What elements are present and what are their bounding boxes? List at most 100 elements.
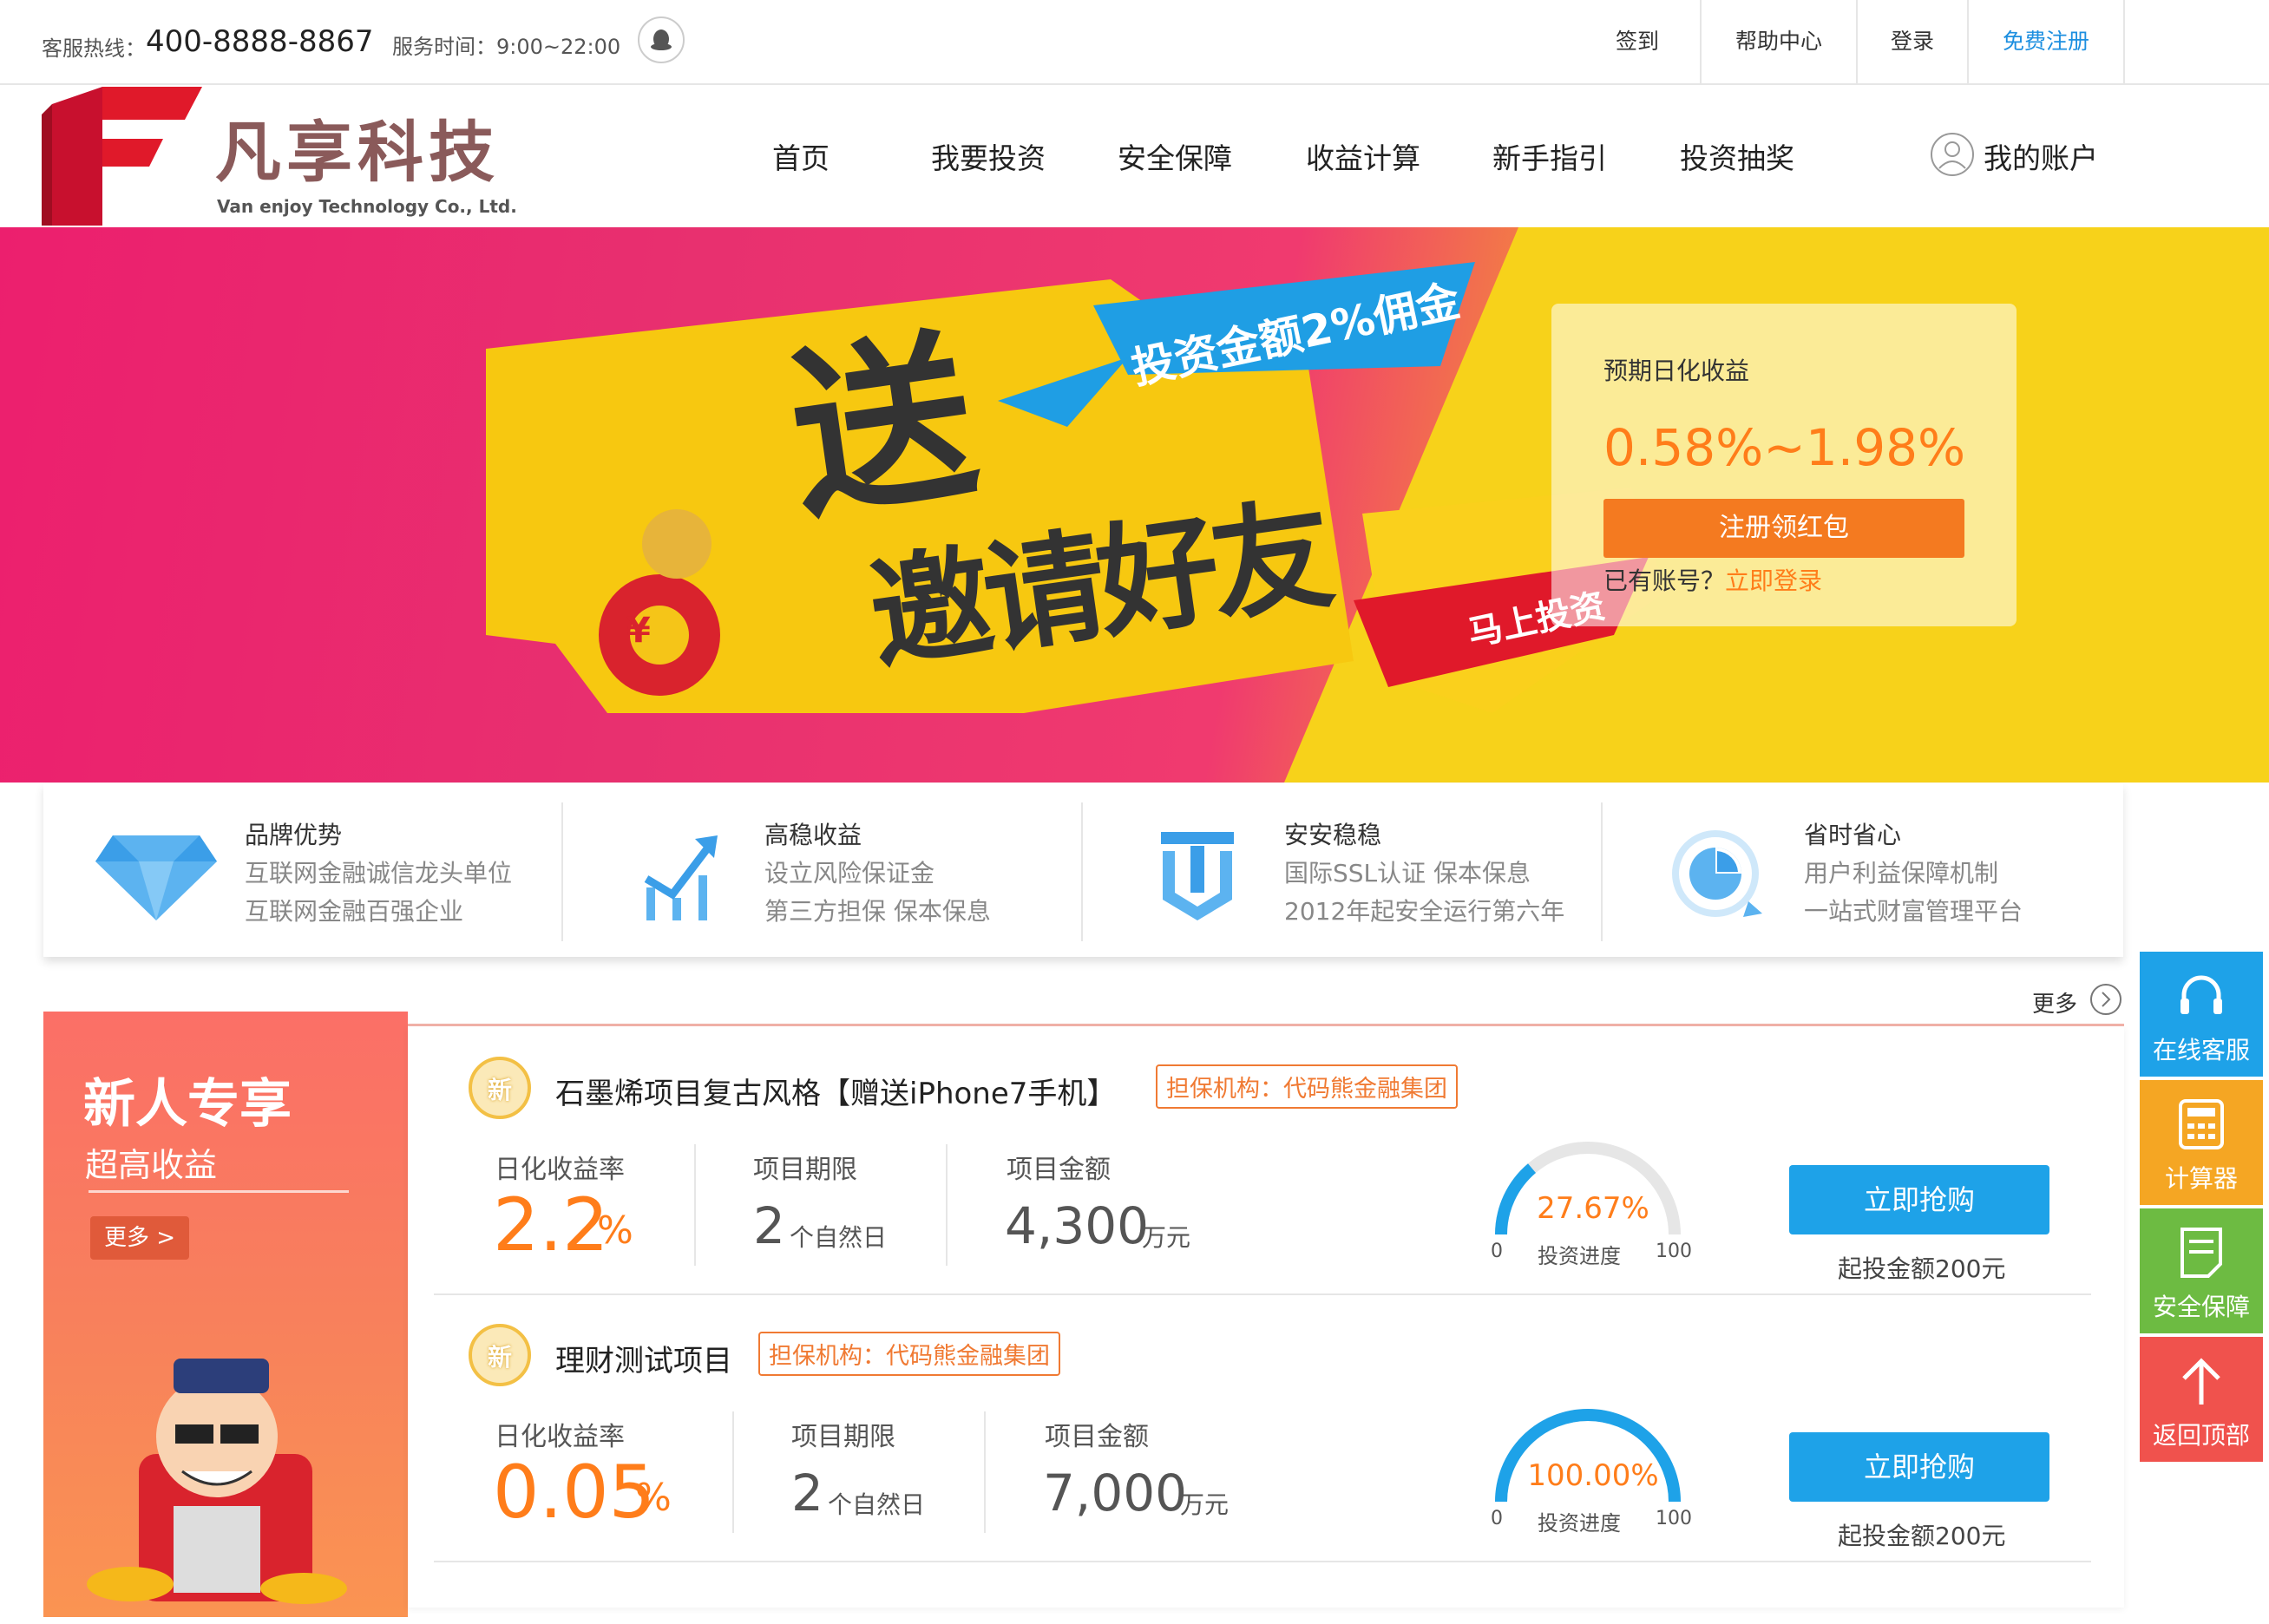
- feature-strip: 品牌优势 互联网金融诚信龙头单位 互联网金融百强企业 高稳收益 设立风险保证金 …: [43, 783, 2123, 957]
- nav-home[interactable]: 首页: [772, 135, 830, 177]
- nav-guide[interactable]: 新手指引: [1492, 135, 1607, 177]
- panel-rate: 0.58%~1.98%: [1603, 418, 1966, 477]
- gauge-label: 投资进度: [1538, 1511, 1621, 1536]
- product-card: 新 石墨烯项目复古风格【赠送iPhone7手机】 担保机构：代码熊金融集团 日化…: [408, 1026, 2124, 1295]
- divider: [89, 1190, 349, 1193]
- shield-icon: [1161, 832, 1234, 920]
- newcomer-subtitle: 超高收益: [85, 1146, 218, 1184]
- product-title[interactable]: 石墨烯项目复古风格【赠送iPhone7手机】: [555, 1070, 1116, 1112]
- feature-convenience: 省时省心 用户利益保障机制 一站式财富管理平台: [1603, 783, 2123, 957]
- more-link[interactable]: 更多: [2032, 983, 2128, 1018]
- nav-invest[interactable]: 我要投资: [931, 135, 1046, 177]
- gauge-max: 100: [1656, 1241, 1692, 1262]
- amount-value: 7,000: [1043, 1464, 1188, 1522]
- main-header: 凡享科技 Van enjoy Technology Co., Ltd. 首页 我…: [0, 85, 2269, 226]
- feature-line: 2012年起安全运行第六年: [1284, 897, 1565, 926]
- rate-label: 日化收益率: [495, 1155, 625, 1185]
- nav-lottery[interactable]: 投资抽奖: [1680, 135, 1794, 177]
- progress-percent: 27.67%: [1537, 1191, 1649, 1226]
- brand-english: Van enjoy Technology Co., Ltd.: [217, 196, 517, 217]
- feature-title: 高稳收益: [764, 821, 862, 849]
- rate-value: 0.05: [493, 1450, 656, 1535]
- new-tag-icon: 新: [469, 1324, 531, 1386]
- min-invest: 起投金额200元: [1838, 1254, 2006, 1283]
- side-label: 计算器: [2164, 1164, 2238, 1193]
- buy-now-button[interactable]: 立即抢购: [1789, 1432, 2049, 1502]
- gauge-max: 100: [1656, 1508, 1692, 1529]
- feature-title: 省时省心: [1804, 821, 1902, 849]
- hotline-label: 客服热线：: [42, 36, 146, 61]
- term-value: 2: [753, 1196, 785, 1255]
- security-button[interactable]: 安全保障: [2140, 1208, 2263, 1333]
- term-unit: 个自然日: [828, 1490, 926, 1519]
- my-account-link[interactable]: 我的账户: [1930, 130, 2121, 179]
- guarantee-badge: 担保机构：代码熊金融集团: [758, 1332, 1060, 1376]
- side-label: 返回顶部: [2152, 1421, 2250, 1450]
- brand-name: 凡享科技: [215, 114, 500, 191]
- newcomer-title: 新人专享: [83, 1074, 292, 1135]
- user-icon: [1931, 133, 1974, 176]
- headset-icon: [2180, 975, 2222, 1014]
- chevron-right-icon: [2090, 984, 2121, 1015]
- divider: [694, 1144, 696, 1266]
- term-label: 项目期限: [753, 1155, 857, 1185]
- growth-chart-icon: [644, 835, 718, 920]
- pie-cycle-icon: [1672, 830, 1762, 917]
- progress-gauge: [1495, 1142, 1681, 1235]
- progress-percent: 100.00%: [1527, 1458, 1659, 1493]
- amount-unit: 万元: [1142, 1223, 1191, 1252]
- calculator-button[interactable]: 计算器: [2140, 1080, 2263, 1205]
- product-card: 新 理财测试项目 担保机构：代码熊金融集团 日化收益率 0.05 % 项目期限 …: [408, 1293, 2124, 1562]
- gauge-min: 0: [1491, 1241, 1503, 1262]
- nav-calculator[interactable]: 收益计算: [1306, 135, 1420, 177]
- divider: [732, 1411, 734, 1533]
- panel-login-link[interactable]: 立即登录: [1725, 562, 1822, 597]
- rate-value: 2.2: [493, 1182, 609, 1267]
- yen-bag-icon: ¥: [626, 611, 651, 651]
- my-account-label: 我的账户: [1984, 141, 2098, 175]
- register-redpacket-button[interactable]: 注册领红包: [1603, 499, 1964, 558]
- amount-unit: 万元: [1180, 1490, 1230, 1519]
- logo[interactable]: 凡享科技 Van enjoy Technology Co., Ltd.: [42, 87, 562, 226]
- rate-unit: %: [635, 1476, 672, 1520]
- feature-line: 一站式财富管理平台: [1804, 897, 2023, 926]
- help-center-link[interactable]: 帮助中心: [1702, 0, 1858, 83]
- product-title[interactable]: 理财测试项目: [555, 1337, 732, 1379]
- newcomer-more-button[interactable]: 更多 >: [90, 1216, 189, 1260]
- feature-yield: 高稳收益 设立风险保证金 第三方担保 保本保息: [563, 783, 1083, 957]
- divider: [984, 1411, 986, 1533]
- feature-line: 互联网金融诚信龙头单位: [245, 859, 513, 887]
- feature-title: 安安稳稳: [1284, 821, 1382, 849]
- mascot-illustration: [87, 1359, 347, 1604]
- amount-label: 项目金额: [1045, 1422, 1149, 1452]
- feature-safety: 安安稳稳 国际SSL认证 保本保息 2012年起安全运行第六年: [1083, 783, 1603, 957]
- service-time: 服务时间：9:00~22:00: [392, 35, 621, 59]
- nav-security[interactable]: 安全保障: [1118, 135, 1232, 177]
- feature-line: 互联网金融百强企业: [245, 897, 464, 926]
- online-service-button[interactable]: 在线客服: [2140, 952, 2263, 1077]
- arrow-up-icon: [2182, 1358, 2220, 1405]
- gauge-label: 投资进度: [1538, 1244, 1621, 1268]
- rate-label: 日化收益率: [495, 1422, 625, 1452]
- feature-line: 第三方担保 保本保息: [764, 897, 991, 926]
- rate-unit: %: [597, 1208, 633, 1253]
- register-link[interactable]: 免费注册: [1969, 0, 2125, 83]
- login-link[interactable]: 登录: [1858, 0, 1969, 83]
- qq-icon[interactable]: [638, 16, 685, 63]
- term-unit: 个自然日: [790, 1223, 888, 1252]
- side-label: 安全保障: [2152, 1293, 2250, 1321]
- feature-brand: 品牌优势 互联网金融诚信龙头单位 互联网金融百强企业: [43, 783, 563, 957]
- buy-now-button[interactable]: 立即抢购: [1789, 1165, 2049, 1234]
- progress-gauge: [1495, 1409, 1681, 1503]
- back-to-top-button[interactable]: 返回顶部: [2140, 1337, 2263, 1462]
- side-label: 在线客服: [2152, 1036, 2250, 1064]
- calculator-icon: [2179, 1099, 2224, 1149]
- new-tag-icon: 新: [469, 1057, 531, 1119]
- checkin-link[interactable]: 签到: [1575, 0, 1702, 83]
- gauge-min: 0: [1491, 1508, 1503, 1529]
- document-icon: [2180, 1228, 2222, 1278]
- diamond-icon: [95, 835, 217, 920]
- more-label: 更多: [2032, 992, 2078, 1018]
- guarantee-badge: 担保机构：代码熊金融集团: [1156, 1064, 1458, 1109]
- amount-value: 4,300: [1005, 1196, 1150, 1255]
